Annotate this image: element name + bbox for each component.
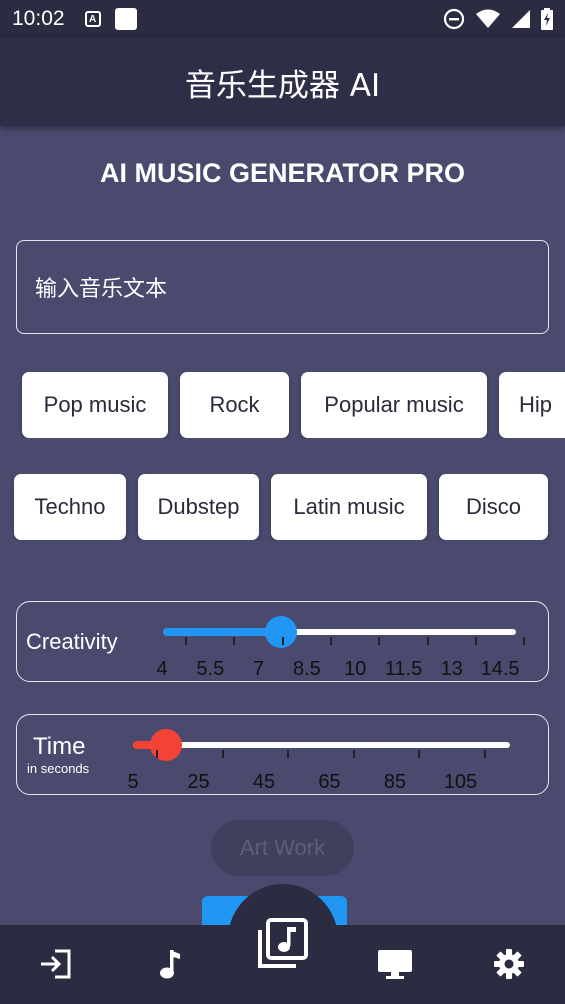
status-time: 10:02 bbox=[12, 7, 65, 30]
slider-tick-label: 25 bbox=[187, 771, 210, 793]
music-library-icon[interactable] bbox=[254, 914, 312, 972]
creativity-label: Creativity bbox=[26, 629, 118, 654]
slider-tick bbox=[287, 750, 289, 758]
creativity-slider-fill bbox=[163, 628, 281, 636]
genre-chip[interactable]: Techno bbox=[14, 474, 126, 540]
signal-icon bbox=[512, 10, 530, 28]
slider-tick bbox=[483, 750, 486, 758]
time-sublabel: in seconds bbox=[27, 761, 90, 776]
art-work-button[interactable]: Art Work bbox=[211, 820, 354, 876]
slider-tick-label: 13 bbox=[440, 658, 463, 680]
slider-tick bbox=[426, 637, 429, 645]
time-label: Time bbox=[33, 733, 86, 760]
notification-icon bbox=[114, 8, 137, 30]
genre-chip[interactable]: Dubstep bbox=[138, 474, 259, 540]
genre-chip[interactable]: Pop music bbox=[22, 372, 168, 438]
slider-tick-label: 7 bbox=[253, 658, 265, 680]
app-bar: 音乐生成器 AI bbox=[0, 38, 565, 126]
slider-tick-label: 10 bbox=[344, 658, 367, 680]
genre-chip[interactable]: Disco bbox=[439, 474, 548, 540]
slider-tick-label: 105 bbox=[443, 771, 478, 793]
slider-tick-label: 45 bbox=[252, 771, 276, 793]
status-icons bbox=[443, 8, 553, 30]
slider-tick bbox=[156, 750, 158, 758]
slider-tick bbox=[221, 750, 224, 758]
slider-tick-label: 8.5 bbox=[292, 658, 321, 680]
slider-tick bbox=[378, 637, 381, 645]
slider-tick-label: 85 bbox=[383, 771, 407, 793]
slider-tick bbox=[281, 637, 284, 645]
slider-tick bbox=[233, 637, 236, 645]
slider-tick-label: 11.5 bbox=[384, 658, 423, 680]
genre-chip[interactable]: Latin music bbox=[271, 474, 427, 540]
slider-tick bbox=[474, 637, 477, 645]
slider-tick bbox=[185, 637, 187, 645]
genre-row-2: Techno Dubstep Latin music Disco bbox=[0, 474, 565, 540]
slider-tick-label: 4 bbox=[156, 658, 168, 680]
slider-tick bbox=[329, 637, 332, 645]
music-note-icon[interactable] bbox=[150, 944, 190, 984]
time-slider-track[interactable] bbox=[133, 742, 510, 748]
slider-tick-label: 65 bbox=[318, 771, 341, 793]
accessibility-icon: A bbox=[84, 11, 101, 27]
wifi-icon bbox=[476, 9, 500, 28]
genre-chip[interactable]: Popular music bbox=[301, 372, 487, 438]
creativity-slider-box: Creativity 4 5.5 7 8.5 10 11.5 13 14.5 bbox=[16, 601, 549, 682]
app-title: 音乐生成器 AI bbox=[184, 67, 381, 104]
slider-tick-label: 5 bbox=[127, 771, 139, 793]
do-not-disturb-icon bbox=[443, 8, 465, 30]
login-icon[interactable] bbox=[36, 944, 76, 984]
page-title: AI MUSIC GENERATOR PRO bbox=[99, 158, 466, 188]
slider-tick bbox=[418, 750, 420, 758]
input-placeholder: 输入音乐文本 bbox=[35, 277, 168, 302]
genre-chip[interactable]: Rock bbox=[180, 372, 289, 438]
slider-tick bbox=[523, 637, 526, 645]
battery-icon bbox=[541, 8, 553, 30]
genre-row-1: Pop music Rock Popular music Hip bbox=[0, 372, 565, 438]
slider-tick-label: 14.5 bbox=[480, 658, 520, 680]
status-bar: 10:02 A bbox=[0, 0, 565, 38]
time-slider-thumb[interactable] bbox=[149, 729, 182, 761]
desktop-icon[interactable] bbox=[375, 944, 415, 984]
genre-chip[interactable]: Hip bbox=[499, 372, 565, 438]
slider-tick-label: 5.5 bbox=[196, 658, 225, 680]
time-slider-box: Time in seconds 5 25 45 65 85 105 bbox=[16, 714, 549, 795]
music-text-input[interactable]: 输入音乐文本 bbox=[16, 240, 549, 334]
settings-icon[interactable] bbox=[489, 944, 529, 984]
slider-tick bbox=[352, 750, 355, 758]
